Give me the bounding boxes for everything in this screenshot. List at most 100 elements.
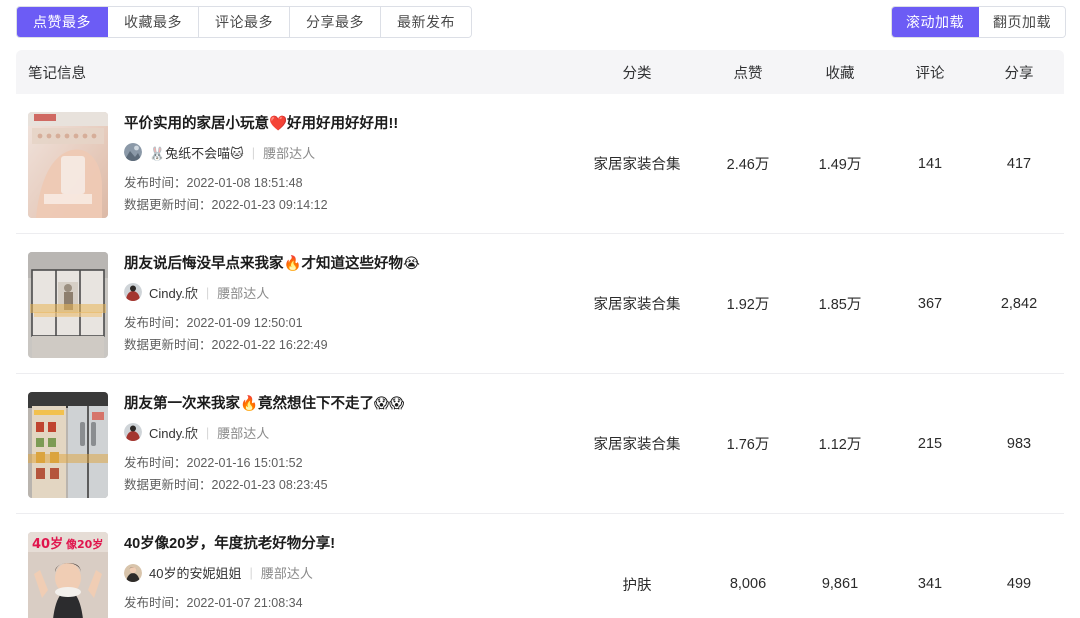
note-title[interactable]: 40岁像20岁，年度抗老好物分享! [124, 534, 335, 554]
author-tag: 腰部达人 [217, 425, 270, 441]
tab-most-favorites[interactable]: 收藏最多 [108, 7, 199, 37]
note-shares: 499 [1006, 576, 1032, 592]
table-row[interactable]: 朋友第一次来我家🔥竟然想住下不走了😱😱 Cindy.欣 | 腰部达人 发布时间：… [16, 374, 1064, 514]
author-name[interactable]: 40岁的安妮姐姐 [149, 563, 241, 582]
publish-time-value: 2022-01-08 18:51:48 [186, 175, 303, 190]
note-body: 朋友第一次来我家🔥竟然想住下不走了😱😱 Cindy.欣 | 腰部达人 发布时间：… [124, 392, 404, 496]
publish-time-line: 发布时间：2022-01-16 15:01:52 [124, 452, 404, 474]
note-thumbnail[interactable] [28, 251, 108, 358]
update-time-line: 数据更新时间：2022-01-22 16:22:49 [124, 334, 420, 356]
column-header-shares: 分享 [1004, 65, 1034, 82]
author-separator: | [251, 144, 256, 160]
note-comments: 141 [917, 155, 943, 172]
avatar[interactable] [124, 283, 142, 301]
note-comments: 341 [917, 576, 943, 592]
publish-time-line: 发布时间：2022-01-08 18:51:48 [124, 172, 398, 194]
note-table: 笔记信息 分类 点赞 收藏 评论 分享 平价实用的家居小玩意❤️好用好用好好用!… [0, 50, 1080, 618]
author-name[interactable]: 🐰兔纸不会喵🐱 [149, 143, 244, 162]
update-time-label: 数据更新时间： [124, 197, 212, 212]
tab-most-comments[interactable]: 评论最多 [199, 7, 290, 37]
note-likes: 2.46万 [726, 157, 770, 173]
load-mode-scroll[interactable]: 滚动加载 [892, 7, 979, 37]
publish-time-value: 2022-01-07 21:08:34 [186, 596, 303, 610]
note-shares: 983 [1006, 435, 1032, 452]
note-thumbnail[interactable] [28, 391, 108, 498]
note-ranking-page: 点赞最多 收藏最多 评论最多 分享最多 最新发布 滚动加载 翻页加载 笔记信息 … [0, 0, 1080, 618]
author-tag: 腰部达人 [260, 566, 313, 581]
author-line: Cindy.欣 | 腰部达人 [124, 283, 420, 302]
note-body: 平价实用的家居小玩意❤️好用好用好好用!! 🐰兔纸不会喵🐱 | 腰部达人 发布时… [124, 112, 398, 216]
update-time-line: 数据更新时间：2022-01-23 08:23:45 [124, 474, 404, 496]
load-mode-group[interactable]: 滚动加载 翻页加载 [891, 6, 1066, 38]
note-category: 家居家装合集 [593, 297, 681, 313]
note-favorites: 1.49万 [818, 157, 862, 173]
note-likes: 1.92万 [726, 297, 770, 313]
note-favorites: 1.85万 [818, 297, 862, 313]
note-body: 朋友说后悔没早点来我家🔥才知道这些好物😭 Cindy.欣 | 腰部达人 发布时间… [124, 252, 420, 356]
table-row[interactable]: 朋友说后悔没早点来我家🔥才知道这些好物😭 Cindy.欣 | 腰部达人 发布时间… [16, 234, 1064, 374]
tab-most-shares[interactable]: 分享最多 [290, 7, 381, 37]
author-line: 40岁的安妮姐姐 | 腰部达人 [124, 563, 335, 582]
column-header-comments: 评论 [915, 65, 945, 82]
author-line: Cindy.欣 | 腰部达人 [124, 423, 404, 442]
author-tag: 腰部达人 [263, 145, 316, 161]
column-header-favorites: 收藏 [825, 65, 855, 82]
note-category: 护肤 [622, 577, 652, 594]
note-comments: 367 [917, 295, 943, 312]
note-title[interactable]: 平价实用的家居小玩意❤️好用好用好好用!! [124, 114, 398, 134]
update-time-value: 2022-01-23 09:14:12 [211, 197, 328, 212]
note-shares: 417 [1006, 155, 1032, 172]
tab-newest[interactable]: 最新发布 [381, 7, 471, 37]
publish-time-line: 发布时间：2022-01-09 12:50:01 [124, 312, 420, 334]
author-tag: 腰部达人 [217, 285, 270, 301]
sort-tab-group[interactable]: 点赞最多 收藏最多 评论最多 分享最多 最新发布 [16, 6, 472, 38]
avatar[interactable] [124, 563, 142, 582]
author-line: 🐰兔纸不会喵🐱 | 腰部达人 [124, 143, 398, 162]
load-mode-paginate[interactable]: 翻页加载 [979, 7, 1065, 37]
note-category: 家居家装合集 [593, 157, 681, 173]
author-separator: | [249, 565, 253, 580]
svg-text:像20岁: 像20岁 [66, 537, 103, 551]
toolbar: 点赞最多 收藏最多 评论最多 分享最多 最新发布 滚动加载 翻页加载 [0, 0, 1080, 50]
note-shares: 2,842 [1000, 295, 1038, 312]
tab-most-likes[interactable]: 点赞最多 [17, 7, 108, 37]
column-header-likes: 点赞 [733, 65, 763, 82]
table-row[interactable]: 40岁 像20岁 年度抗老好物 40岁像20岁，年度抗老好物分享! [16, 514, 1064, 618]
publish-time-value: 2022-01-16 15:01:52 [186, 455, 303, 470]
table-row[interactable]: 平价实用的家居小玩意❤️好用好用好好用!! 🐰兔纸不会喵🐱 | 腰部达人 发布时… [16, 94, 1064, 234]
note-cell: 平价实用的家居小玩意❤️好用好用好好用!! 🐰兔纸不会喵🐱 | 腰部达人 发布时… [16, 98, 572, 230]
update-time-label: 数据更新时间： [124, 477, 212, 492]
avatar[interactable] [124, 143, 142, 161]
note-cell: 朋友说后悔没早点来我家🔥才知道这些好物😭 Cindy.欣 | 腰部达人 发布时间… [16, 238, 572, 370]
avatar[interactable] [124, 423, 142, 441]
note-title[interactable]: 朋友说后悔没早点来我家🔥才知道这些好物😭 [124, 254, 420, 274]
note-favorites: 1.12万 [818, 437, 862, 453]
note-favorites: 9,861 [821, 576, 859, 592]
note-thumbnail[interactable] [28, 111, 108, 218]
publish-time-line: 发布时间：2022-01-07 21:08:34 [124, 592, 335, 614]
update-time-line: 数据更新时间：2022-01-20 18:11:42 [124, 614, 335, 618]
note-category: 家居家装合集 [593, 437, 681, 453]
author-name[interactable]: Cindy.欣 [149, 423, 198, 442]
publish-time-label: 发布时间： [124, 596, 187, 610]
update-time-value: 2022-01-23 08:23:45 [211, 477, 328, 492]
note-cell: 40岁 像20岁 年度抗老好物 40岁像20岁，年度抗老好物分享! [16, 518, 572, 618]
svg-text:40岁: 40岁 [32, 536, 63, 552]
publish-time-label: 发布时间： [124, 455, 187, 470]
author-separator: | [205, 424, 210, 440]
author-name[interactable]: Cindy.欣 [149, 283, 198, 302]
publish-time-label: 发布时间： [124, 175, 187, 190]
note-thumbnail-cell: 朋友第一次来我家🔥竟然想住下不走了😱😱 Cindy.欣 | 腰部达人 发布时间：… [16, 378, 572, 510]
update-time-value: 2022-01-22 16:22:49 [211, 337, 328, 352]
note-body: 40岁像20岁，年度抗老好物分享! 40岁的安妮姐姐 | 腰部达人 发布时间：2… [124, 532, 335, 618]
note-thumbnail[interactable]: 40岁 像20岁 年度抗老好物 [28, 532, 108, 618]
author-separator: | [205, 284, 210, 300]
publish-time-value: 2022-01-09 12:50:01 [186, 315, 303, 330]
note-comments: 215 [917, 435, 943, 452]
note-likes: 8,006 [729, 576, 767, 592]
table-header-row: 笔记信息 分类 点赞 收藏 评论 分享 [16, 50, 1064, 94]
update-time-line: 数据更新时间：2022-01-23 09:14:12 [124, 194, 398, 216]
note-title[interactable]: 朋友第一次来我家🔥竟然想住下不走了😱😱 [124, 394, 404, 414]
note-likes: 1.76万 [726, 437, 770, 453]
column-header-note: 笔记信息 [28, 65, 86, 82]
